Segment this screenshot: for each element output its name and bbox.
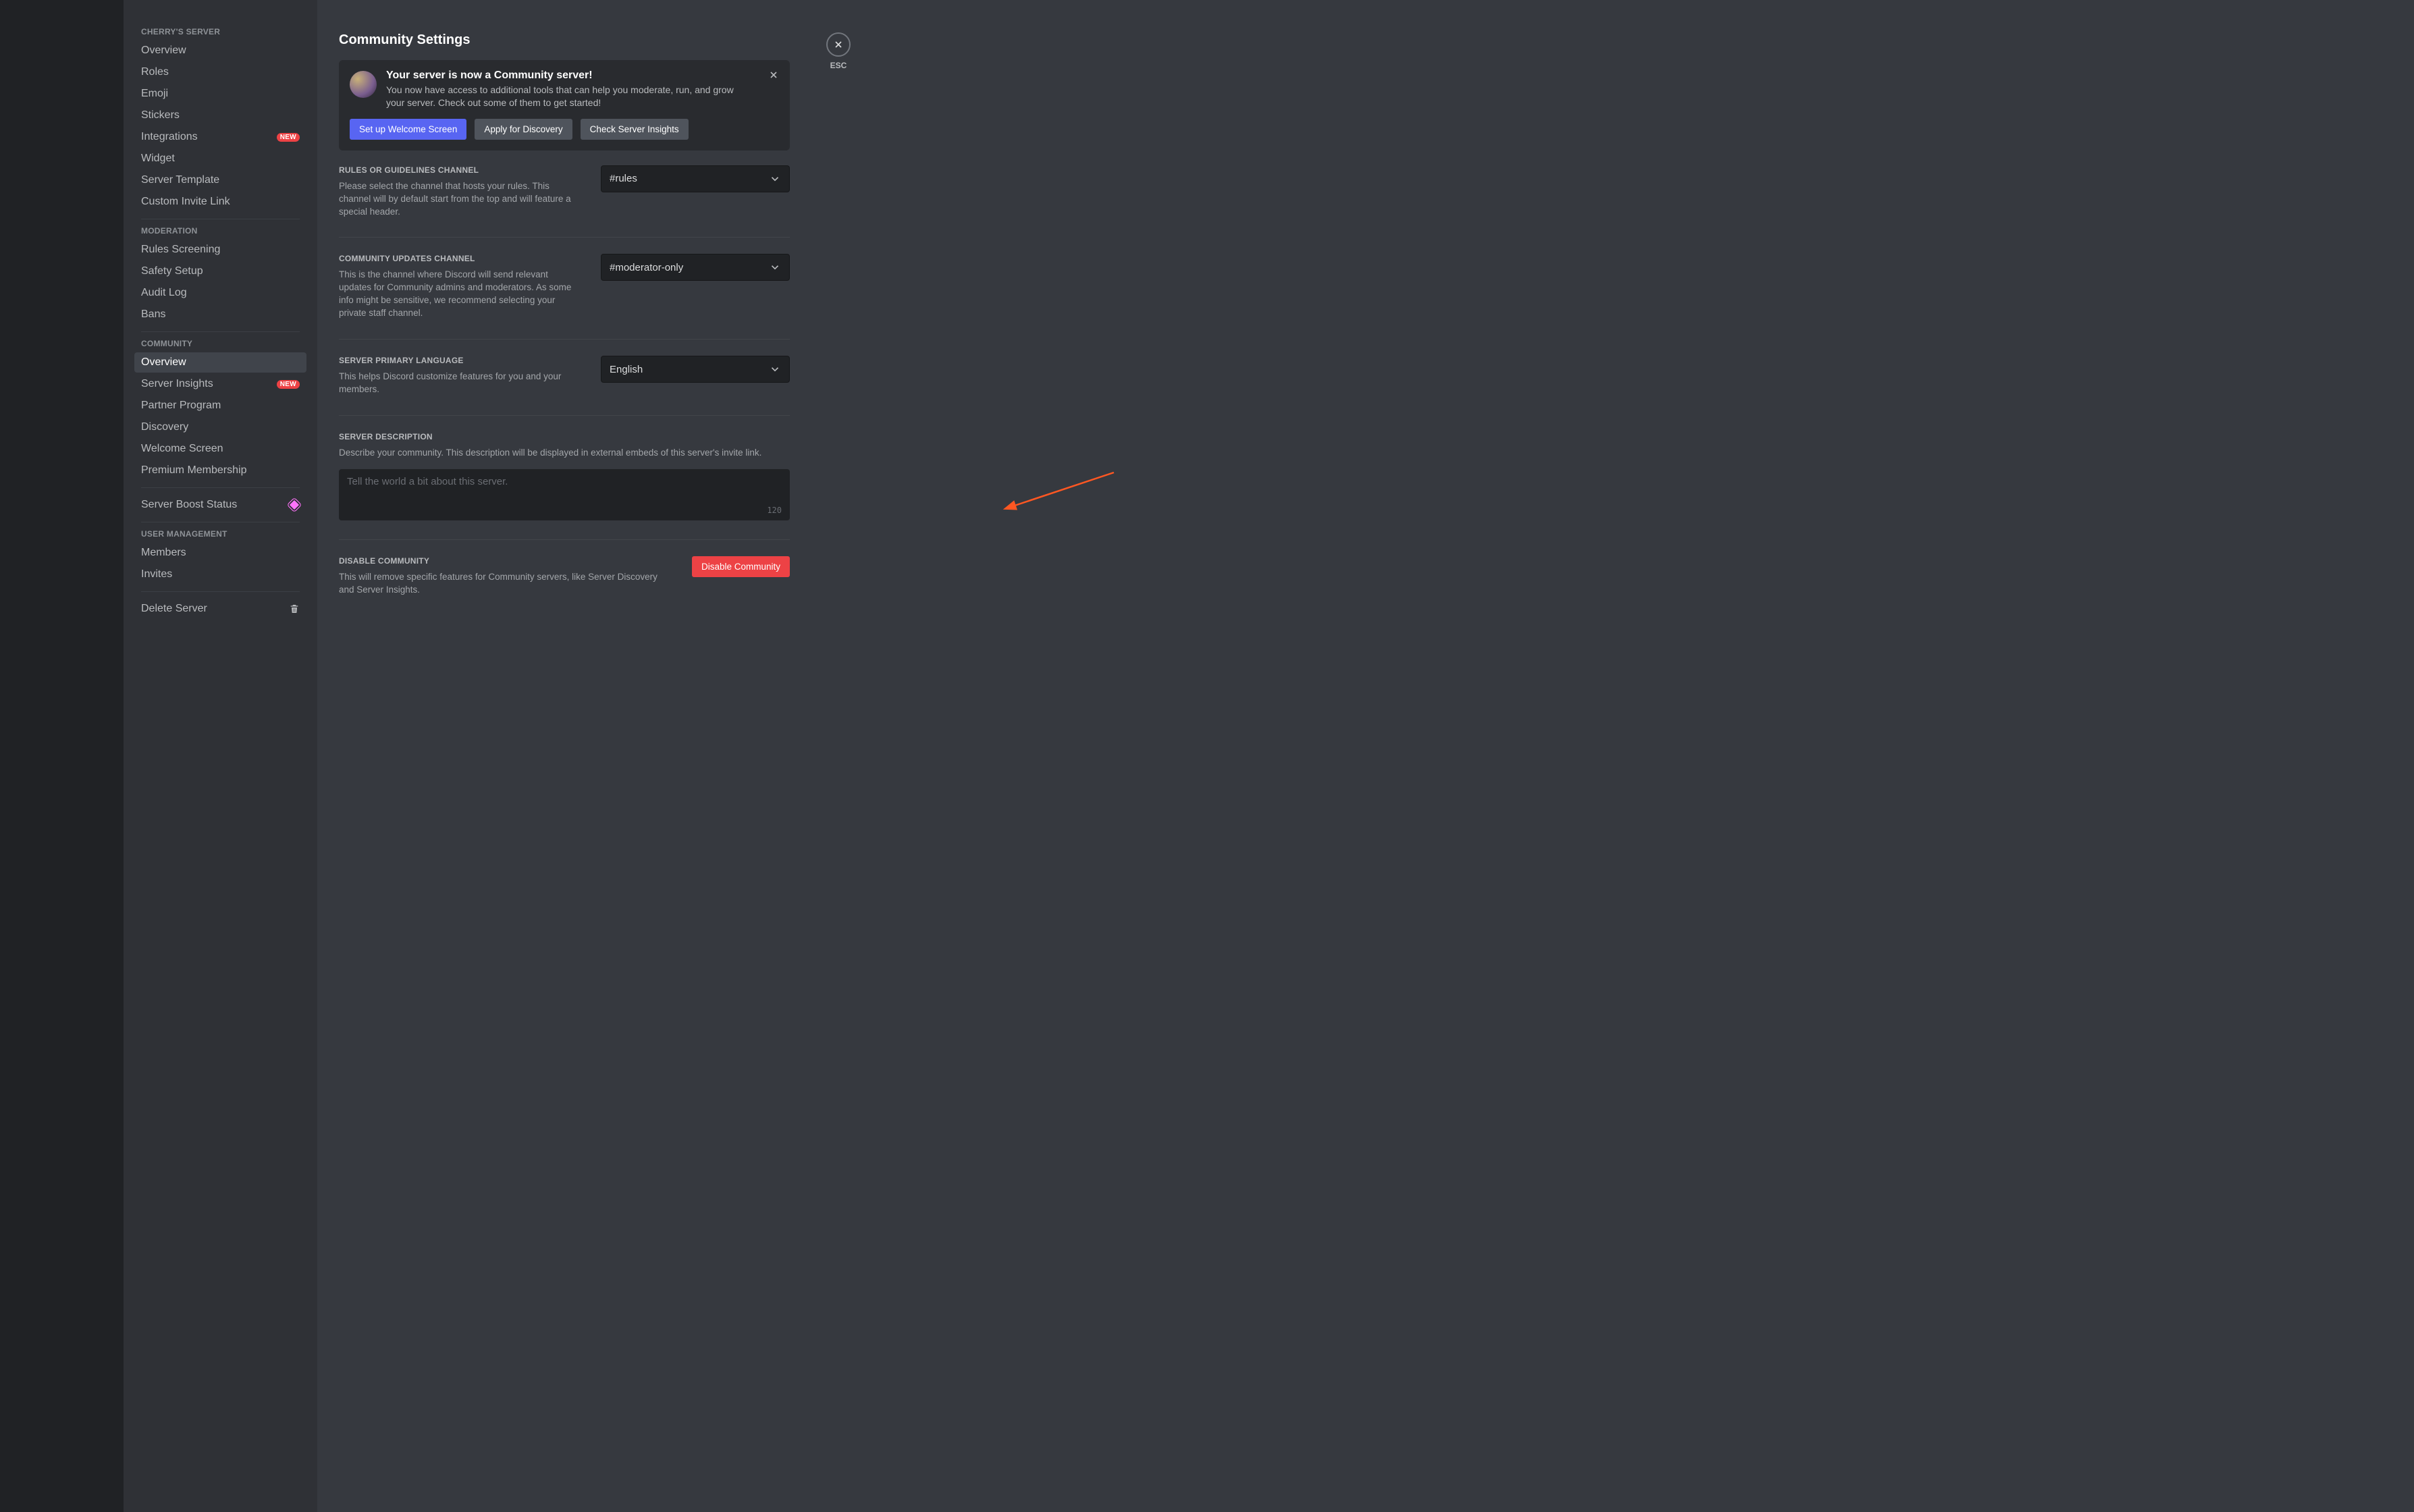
banner-close-button[interactable] xyxy=(767,68,780,82)
sidebar-item-integrations[interactable]: Integrations NEW xyxy=(134,127,306,147)
rules-channel-desc: Please select the channel that hosts you… xyxy=(339,180,574,219)
chevron-down-icon xyxy=(769,173,781,185)
sidebar-item-community-overview[interactable]: Overview xyxy=(134,352,306,373)
language-value: English xyxy=(610,364,643,375)
sidebar-item-members[interactable]: Members xyxy=(134,543,306,563)
sidebar-item-overview[interactable]: Overview xyxy=(134,40,306,61)
language-desc: This helps Discord customize features fo… xyxy=(339,371,574,396)
description-textarea[interactable] xyxy=(347,476,782,506)
banner-body: You now have access to additional tools … xyxy=(386,84,737,109)
sidebar-divider xyxy=(141,331,300,332)
section-divider xyxy=(339,237,790,238)
sidebar-item-widget[interactable]: Widget xyxy=(134,148,306,169)
close-settings-button[interactable] xyxy=(826,32,851,57)
description-desc: Describe your community. This descriptio… xyxy=(339,447,790,460)
section-divider xyxy=(339,539,790,540)
new-badge: NEW xyxy=(277,133,300,142)
sidebar-item-emoji[interactable]: Emoji xyxy=(134,84,306,104)
sidebar-item-welcome-screen[interactable]: Welcome Screen xyxy=(134,439,306,459)
disable-community-desc: This will remove specific features for C… xyxy=(339,571,665,597)
disable-community-label: DISABLE COMMUNITY xyxy=(339,556,665,566)
updates-channel-label: COMMUNITY UPDATES CHANNEL xyxy=(339,254,574,263)
updates-channel-value: #moderator-only xyxy=(610,262,683,273)
language-select[interactable]: English xyxy=(601,356,790,383)
setup-welcome-screen-button[interactable]: Set up Welcome Screen xyxy=(350,119,466,140)
sidebar-section-server: CHERRY'S SERVER xyxy=(134,27,306,40)
sidebar-divider xyxy=(141,487,300,488)
rules-channel-value: #rules xyxy=(610,173,637,184)
apply-for-discovery-button[interactable]: Apply for Discovery xyxy=(475,119,572,140)
sidebar-item-audit-log[interactable]: Audit Log xyxy=(134,283,306,303)
community-welcome-banner: Your server is now a Community server! Y… xyxy=(339,60,790,151)
sidebar-item-server-boost-status[interactable]: Server Boost Status xyxy=(134,495,306,515)
annotation-arrow-icon xyxy=(1006,466,1141,537)
esc-label: ESC xyxy=(826,61,851,70)
sidebar-item-rules-screening[interactable]: Rules Screening xyxy=(134,240,306,260)
close-icon xyxy=(768,70,779,80)
section-divider xyxy=(339,415,790,416)
trash-icon xyxy=(289,603,300,614)
sidebar-section-moderation: MODERATION xyxy=(134,226,306,240)
description-char-counter: 120 xyxy=(767,506,782,515)
updates-channel-select[interactable]: #moderator-only xyxy=(601,254,790,281)
sidebar-item-roles[interactable]: Roles xyxy=(134,62,306,82)
updates-channel-desc: This is the channel where Discord will s… xyxy=(339,269,574,320)
new-badge: NEW xyxy=(277,380,300,389)
description-label: SERVER DESCRIPTION xyxy=(339,432,790,441)
sidebar-item-custom-invite-link[interactable]: Custom Invite Link xyxy=(134,192,306,212)
chevron-down-icon xyxy=(769,363,781,375)
check-server-insights-button[interactable]: Check Server Insights xyxy=(581,119,689,140)
language-label: SERVER PRIMARY LANGUAGE xyxy=(339,356,574,365)
settings-sidebar: CHERRY'S SERVER Overview Roles Emoji Sti… xyxy=(124,0,317,1512)
sidebar-item-delete-server[interactable]: Delete Server xyxy=(134,599,306,619)
sidebar-divider xyxy=(141,591,300,592)
chevron-down-icon xyxy=(769,261,781,273)
rules-channel-label: RULES OR GUIDELINES CHANNEL xyxy=(339,165,574,175)
rules-channel-select[interactable]: #rules xyxy=(601,165,790,192)
app-left-gutter xyxy=(0,0,124,1512)
sidebar-item-stickers[interactable]: Stickers xyxy=(134,105,306,126)
disable-community-button[interactable]: Disable Community xyxy=(692,556,790,577)
page-title: Community Settings xyxy=(339,32,790,48)
sidebar-item-discovery[interactable]: Discovery xyxy=(134,417,306,437)
sidebar-item-premium-membership[interactable]: Premium Membership xyxy=(134,460,306,481)
sidebar-item-safety-setup[interactable]: Safety Setup xyxy=(134,261,306,281)
banner-illustration-icon xyxy=(350,71,377,98)
boost-gem-icon xyxy=(289,500,300,510)
sidebar-item-invites[interactable]: Invites xyxy=(134,564,306,585)
sidebar-section-user-management: USER MANAGEMENT xyxy=(134,529,306,543)
banner-title: Your server is now a Community server! xyxy=(386,70,737,82)
sidebar-section-community: COMMUNITY xyxy=(134,339,306,352)
sidebar-item-server-template[interactable]: Server Template xyxy=(134,170,306,190)
sidebar-item-partner-program[interactable]: Partner Program xyxy=(134,396,306,416)
sidebar-item-bans[interactable]: Bans xyxy=(134,304,306,325)
section-divider xyxy=(339,339,790,340)
content-area: Community Settings Your server is now a … xyxy=(317,0,2414,1512)
description-textarea-wrap: 120 xyxy=(339,469,790,520)
sidebar-item-server-insights[interactable]: Server Insights NEW xyxy=(134,374,306,394)
close-icon xyxy=(833,39,844,50)
